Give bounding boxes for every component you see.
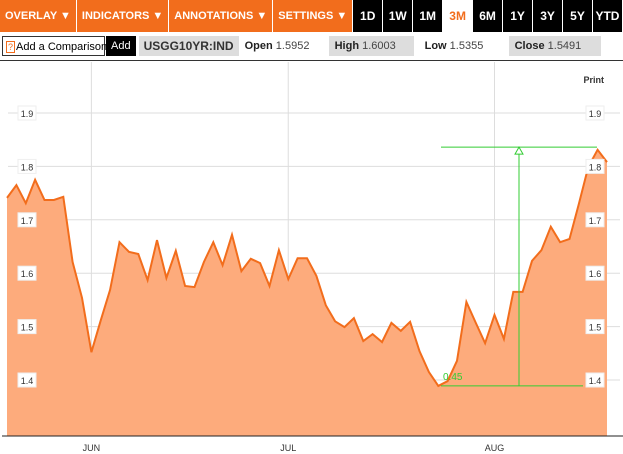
y-tick-label-right: 1.4	[589, 376, 602, 386]
x-tick-label: AUG	[485, 443, 505, 453]
range-6m[interactable]: 6M	[473, 0, 503, 32]
indicators-menu[interactable]: INDICATORS ▼	[76, 0, 169, 32]
range-3m[interactable]: 3M	[443, 0, 473, 32]
y-tick-label-left: 1.6	[21, 269, 34, 279]
open-value: Open 1.5952	[244, 40, 310, 52]
range-1w[interactable]: 1W	[383, 0, 413, 32]
y-tick-label-left: 1.7	[21, 216, 34, 226]
y-tick-label-right: 1.7	[589, 216, 602, 226]
x-tick-label: JUN	[83, 443, 101, 453]
quote-bar: ? Add a Comparison Add USGG10YR:IND Open …	[0, 34, 623, 58]
comparison-placeholder: Add a Comparison	[16, 41, 108, 53]
toolbar: OVERLAY ▼ INDICATORS ▼ ANNOTATIONS ▼ SET…	[0, 0, 623, 32]
y-tick-label-right: 1.9	[589, 109, 602, 119]
measure-arrow-icon	[514, 146, 524, 155]
high-value: High 1.6003	[328, 36, 414, 56]
y-tick-label-right: 1.8	[589, 162, 602, 172]
help-icon[interactable]: ?	[6, 41, 16, 53]
range-5y[interactable]: 5Y	[563, 0, 592, 32]
symbol: USGG10YR:IND	[138, 36, 239, 56]
x-tick-label: JUL	[280, 443, 296, 453]
close-value: Close 1.5491	[508, 36, 601, 56]
print-button[interactable]: Print	[583, 75, 604, 85]
range-ytd[interactable]: YTD	[592, 0, 622, 32]
overlay-menu[interactable]: OVERLAY ▼	[0, 0, 76, 32]
low-value: Low 1.5355	[424, 40, 484, 52]
range-3y[interactable]: 3Y	[533, 0, 563, 32]
measure-label: 0.45	[443, 372, 463, 383]
range-1y[interactable]: 1Y	[503, 0, 533, 32]
y-tick-label-left: 1.9	[21, 109, 34, 119]
y-tick-label-left: 1.5	[21, 323, 34, 333]
add-button[interactable]: Add	[106, 36, 136, 56]
annotations-menu[interactable]: ANNOTATIONS ▼	[169, 0, 273, 32]
y-tick-label-left: 1.4	[21, 376, 34, 386]
settings-menu[interactable]: SETTINGS ▼	[273, 0, 353, 32]
comparison-input[interactable]: ? Add a Comparison	[2, 36, 108, 56]
y-tick-label-right: 1.6	[589, 269, 602, 279]
y-tick-label-right: 1.5	[589, 323, 602, 333]
range-1m[interactable]: 1M	[413, 0, 443, 32]
price-area	[7, 149, 607, 437]
range-1d[interactable]: 1D	[353, 0, 383, 32]
price-chart[interactable]: 1.4 1.4 1.5 1.5 1.6 1.6 1.7 1.7 1.8 1.8 1.9 1.9 0.4…	[0, 60, 623, 454]
y-tick-label-left: 1.8	[21, 162, 34, 172]
